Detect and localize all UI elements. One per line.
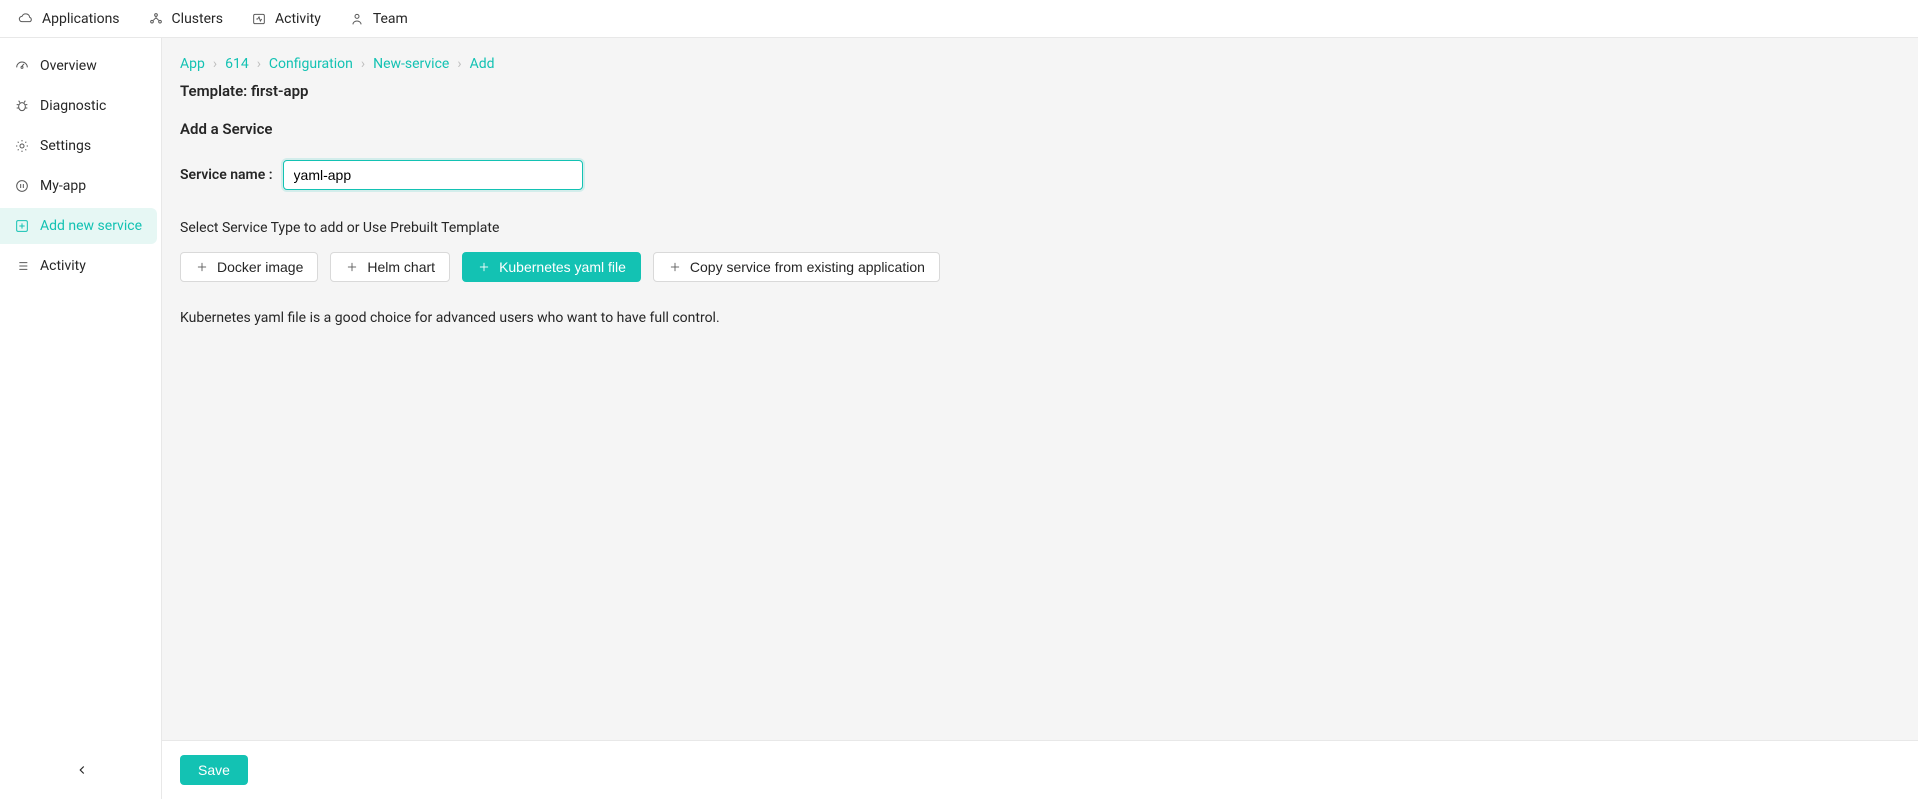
chevron-right-icon: ›	[213, 56, 217, 72]
sidebar-overview-label: Overview	[40, 58, 97, 74]
nav-applications[interactable]: Applications	[18, 11, 120, 27]
sidebar-diagnostic[interactable]: Diagnostic	[0, 88, 157, 124]
plus-icon	[477, 260, 491, 274]
type-docker-label: Docker image	[217, 259, 303, 275]
main: App › 614 › Configuration › New-service …	[162, 38, 1918, 799]
list-icon	[14, 258, 30, 274]
type-kubernetes-label: Kubernetes yaml file	[499, 259, 626, 275]
plus-square-icon	[14, 218, 30, 234]
nav-clusters-label: Clusters	[172, 11, 223, 27]
cloud-icon	[18, 11, 34, 27]
breadcrumb-add[interactable]: Add	[470, 56, 495, 72]
sidebar-myapp[interactable]: My-app	[0, 168, 157, 204]
content: App › 614 › Configuration › New-service …	[162, 38, 1918, 740]
nav-team-label: Team	[373, 11, 408, 27]
sidebar-settings-label: Settings	[40, 138, 91, 154]
clusters-icon	[148, 11, 164, 27]
chevron-right-icon: ›	[257, 56, 261, 72]
plus-icon	[668, 260, 682, 274]
gear-icon	[14, 138, 30, 154]
sidebar-settings[interactable]: Settings	[0, 128, 157, 164]
breadcrumb-id[interactable]: 614	[225, 56, 249, 72]
activity-icon	[251, 11, 267, 27]
type-kubernetes-button[interactable]: Kubernetes yaml file	[462, 252, 641, 282]
sidebar-diagnostic-label: Diagnostic	[40, 98, 106, 114]
pause-circle-icon	[14, 178, 30, 194]
sidebar-overview[interactable]: Overview	[0, 48, 157, 84]
type-docker-button[interactable]: Docker image	[180, 252, 318, 282]
breadcrumb-configuration[interactable]: Configuration	[269, 56, 353, 72]
save-button[interactable]: Save	[180, 755, 248, 785]
service-type-buttons: Docker image Helm chart Kubernetes yaml …	[180, 252, 1900, 282]
sidebar: Overview Diagnostic Settings My-app Add …	[0, 38, 162, 799]
type-helm-label: Helm chart	[367, 259, 435, 275]
footer: Save	[162, 740, 1918, 799]
breadcrumb-new-service[interactable]: New-service	[373, 56, 449, 72]
sidebar-add-new-label: Add new service	[40, 218, 142, 234]
nav-team[interactable]: Team	[349, 11, 408, 27]
breadcrumb: App › 614 › Configuration › New-service …	[180, 56, 1900, 72]
service-name-row: Service name :	[180, 160, 1900, 190]
gauge-icon	[14, 58, 30, 74]
chevron-right-icon: ›	[361, 56, 365, 72]
sidebar-activity-label: Activity	[40, 258, 86, 274]
nav-applications-label: Applications	[42, 11, 120, 27]
plus-icon	[345, 260, 359, 274]
sidebar-activity[interactable]: Activity	[0, 248, 157, 284]
nav-activity-label: Activity	[275, 11, 321, 27]
top-nav: Applications Clusters Activity Team	[0, 0, 1918, 38]
sidebar-collapse[interactable]	[75, 763, 89, 781]
chevron-left-icon	[75, 763, 89, 777]
template-name: first-app	[251, 82, 309, 100]
template-line: Template: first-app	[180, 82, 1900, 100]
layout: Overview Diagnostic Settings My-app Add …	[0, 38, 1918, 799]
chevron-right-icon: ›	[457, 56, 461, 72]
section-title: Add a Service	[180, 120, 1900, 138]
sidebar-myapp-label: My-app	[40, 178, 86, 194]
type-copy-button[interactable]: Copy service from existing application	[653, 252, 940, 282]
plus-icon	[195, 260, 209, 274]
type-description: Kubernetes yaml file is a good choice fo…	[180, 310, 1900, 326]
team-icon	[349, 11, 365, 27]
nav-clusters[interactable]: Clusters	[148, 11, 223, 27]
type-helm-button[interactable]: Helm chart	[330, 252, 450, 282]
bug-icon	[14, 98, 30, 114]
type-copy-label: Copy service from existing application	[690, 259, 925, 275]
template-label: Template:	[180, 82, 251, 100]
service-name-input[interactable]	[283, 160, 583, 190]
sidebar-add-new-service[interactable]: Add new service	[0, 208, 157, 244]
nav-activity[interactable]: Activity	[251, 11, 321, 27]
service-name-label: Service name :	[180, 167, 273, 183]
breadcrumb-app[interactable]: App	[180, 56, 205, 72]
select-type-hint: Select Service Type to add or Use Prebui…	[180, 220, 1900, 236]
